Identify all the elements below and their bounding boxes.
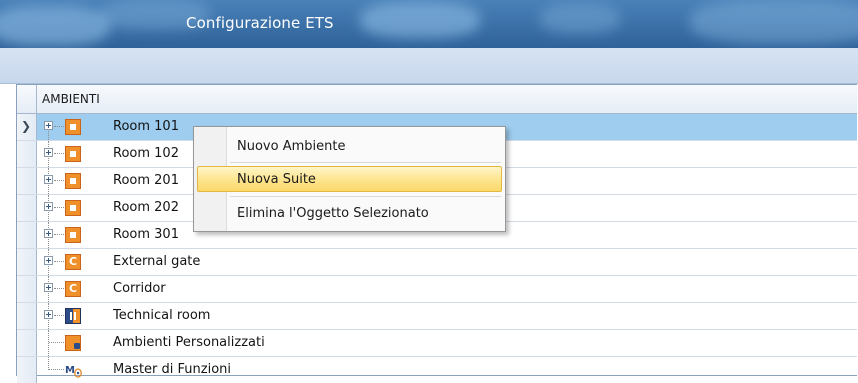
menu-item-label: Elimina l'Oggetto Selezionato	[237, 206, 429, 221]
menu-item-label: Nuova Suite	[237, 172, 316, 187]
menu-item-elimina-oggetto[interactable]: Elimina l'Oggetto Selezionato	[197, 200, 502, 226]
room-icon	[65, 173, 81, 189]
row-selector[interactable]	[17, 330, 37, 356]
toolbar	[0, 48, 858, 84]
row-selector[interactable]	[17, 168, 37, 194]
expand-icon[interactable]	[44, 310, 53, 319]
row-selector[interactable]	[17, 303, 37, 329]
title-bar-glow	[540, 4, 620, 34]
row-selector[interactable]	[17, 357, 37, 383]
master-functions-icon: M	[65, 362, 82, 378]
tree-item-label: Room 301	[113, 227, 179, 242]
expand-icon[interactable]	[44, 229, 53, 238]
context-menu: Nuovo Ambiente Nuova Suite Elimina l'Ogg…	[193, 126, 506, 232]
tree-item-label: Room 101	[113, 119, 179, 134]
tree-item-label: Room 201	[113, 173, 179, 188]
tree-item-label: Technical room	[113, 308, 211, 323]
title-bar-glow	[360, 2, 480, 38]
tree-row-external-gate[interactable]: C External gate	[17, 249, 857, 276]
tree-row-master-di-funzioni[interactable]: M Master di Funzioni	[17, 357, 857, 383]
menu-item-label: Nuovo Ambiente	[237, 139, 346, 154]
menu-item-nuovo-ambiente[interactable]: Nuovo Ambiente	[197, 133, 502, 159]
tree-item-label: Room 102	[113, 146, 179, 161]
row-selector[interactable]	[17, 249, 37, 275]
tree-row-ambienti-personalizzati[interactable]: Ambienti Personalizzati	[17, 330, 857, 357]
row-selector[interactable]	[17, 222, 37, 248]
expand-icon[interactable]	[44, 202, 53, 211]
expand-icon[interactable]	[44, 148, 53, 157]
expand-icon[interactable]	[44, 256, 53, 265]
menu-separator	[230, 196, 501, 197]
tree-item-label: External gate	[113, 254, 201, 269]
title-bar: Configurazione ETS	[0, 0, 858, 48]
tree-row-technical-room[interactable]: Technical room	[17, 303, 857, 330]
common-area-icon: C	[65, 254, 81, 270]
expand-icon[interactable]	[44, 175, 53, 184]
room-icon	[65, 227, 81, 243]
expand-icon[interactable]	[44, 121, 53, 130]
row-selector[interactable]	[17, 195, 37, 221]
row-selector-header	[17, 85, 37, 113]
window-title: Configurazione ETS	[186, 14, 334, 32]
tree-item-label: Corridor	[113, 281, 166, 296]
current-row-arrow-icon: ❯	[21, 119, 32, 133]
room-icon	[65, 146, 81, 162]
column-header-label: AMBIENTI	[42, 92, 100, 106]
expand-icon[interactable]	[44, 283, 53, 292]
tree-item-label: Master di Funzioni	[113, 362, 232, 377]
tree-item-label: Ambienti Personalizzati	[113, 335, 265, 350]
row-selector[interactable]	[17, 276, 37, 302]
tree-row-corridor[interactable]: C Corridor	[17, 276, 857, 303]
custom-environment-icon	[65, 335, 81, 351]
title-bar-glow	[0, 6, 110, 46]
room-icon	[65, 200, 81, 216]
tree-item-label: Room 202	[113, 200, 179, 215]
row-selector[interactable]	[17, 141, 37, 167]
title-bar-glow	[690, 0, 858, 44]
common-area-icon: C	[65, 281, 81, 297]
menu-separator	[230, 162, 501, 163]
svg-text:M: M	[65, 365, 75, 376]
menu-item-nuova-suite[interactable]: Nuova Suite	[197, 166, 502, 192]
column-header: AMBIENTI	[17, 85, 857, 114]
row-selector[interactable]: ❯	[17, 114, 37, 140]
room-icon	[65, 119, 81, 135]
technical-room-icon	[65, 308, 81, 324]
